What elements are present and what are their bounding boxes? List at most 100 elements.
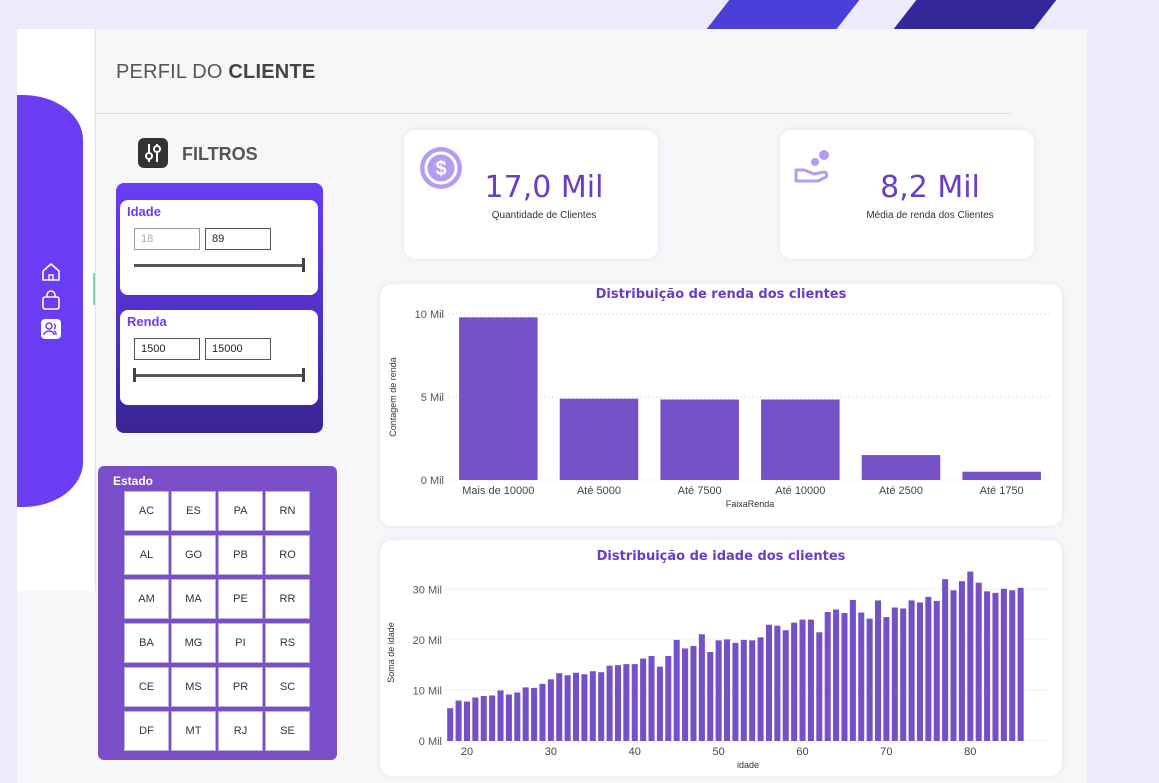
bar	[782, 630, 789, 741]
x-tick-label: 20	[461, 746, 473, 758]
bar	[858, 612, 865, 741]
estado-option[interactable]: AL	[124, 535, 169, 575]
bar	[531, 687, 538, 741]
estado-option[interactable]: GO	[171, 535, 216, 575]
hand-money-icon	[794, 148, 840, 188]
bar	[925, 596, 932, 741]
page-title-light: PERFIL DO	[116, 61, 223, 83]
customer-profile-icon[interactable]	[40, 318, 62, 340]
estado-option[interactable]: RJ	[218, 711, 263, 751]
home-icon[interactable]	[40, 261, 62, 283]
bar	[707, 651, 714, 741]
bar	[623, 664, 630, 741]
header-decor-stripe	[893, 0, 1057, 29]
bar	[581, 674, 588, 741]
bar	[774, 625, 781, 741]
x-tick-label: 40	[629, 746, 641, 758]
idade-min-input[interactable]: 18	[134, 228, 200, 250]
renda-bar-chart: 0 Mil 5 Mil 10 Mil Mais de 10000 Até 5000 Até…	[388, 309, 1052, 509]
estado-option[interactable]: SE	[265, 711, 310, 751]
bar	[883, 617, 890, 741]
idade-max-input[interactable]: 89	[205, 228, 271, 250]
kpi-label: Quantidade de Clientes	[491, 210, 597, 221]
renda-slider-track[interactable]	[134, 374, 304, 377]
estado-option[interactable]: AM	[124, 579, 169, 619]
x-tick-label: Até 1750	[980, 485, 1024, 497]
renda-slicer: Renda 1500 15000	[120, 310, 318, 405]
bar	[992, 592, 999, 741]
bar	[1009, 590, 1016, 741]
estado-option[interactable]: RR	[265, 579, 310, 619]
x-tick-label: 30	[545, 746, 557, 758]
estado-option[interactable]: MS	[171, 667, 216, 707]
estado-option[interactable]: MT	[171, 711, 216, 751]
renda-min-input[interactable]: 1500	[134, 338, 200, 360]
bar	[589, 671, 596, 741]
bar	[489, 695, 496, 741]
estado-option[interactable]: PI	[218, 623, 263, 663]
idade-slider-max-handle[interactable]	[302, 258, 305, 272]
estado-option[interactable]: PR	[218, 667, 263, 707]
y-tick-label: 30 Mil	[413, 584, 442, 596]
bar	[833, 609, 840, 741]
bar	[975, 582, 982, 741]
bar	[824, 612, 831, 741]
shopping-bag-icon[interactable]	[40, 289, 62, 311]
bar	[816, 632, 823, 741]
estado-option[interactable]: CE	[124, 667, 169, 707]
bar	[916, 602, 923, 741]
estado-slicer: Estado AC ES PA RN AL GO PB RO AM MA PE RR BA MG PI RS C…	[98, 466, 337, 760]
bar	[799, 619, 806, 741]
estado-option[interactable]: SC	[265, 667, 310, 707]
idade-chart-card: Distribuição de idade dos clientes 0 Mil…	[380, 540, 1062, 776]
bar	[933, 600, 940, 741]
bar	[514, 692, 521, 741]
bar	[522, 687, 529, 741]
dollar-coin-icon: $	[417, 144, 465, 192]
kpi-value: 17,0 Mil	[484, 170, 604, 205]
kpi-card-clientes: $ 17,0 Mil Quantidade de Clientes	[404, 130, 658, 259]
page-title-bold: CLIENTE	[228, 61, 316, 83]
estado-option[interactable]: RN	[265, 491, 310, 531]
estado-option[interactable]: DF	[124, 711, 169, 751]
estado-option[interactable]: BA	[124, 623, 169, 663]
y-tick-label: 20 Mil	[413, 635, 442, 647]
estado-option[interactable]: AC	[124, 491, 169, 531]
x-tick-label: Mais de 10000	[462, 485, 534, 497]
idade-label: Idade	[127, 204, 161, 219]
bar	[1000, 588, 1007, 741]
filters-title: FILTROS	[182, 144, 258, 164]
renda-slider-min-handle[interactable]	[133, 368, 136, 382]
estado-option[interactable]: MA	[171, 579, 216, 619]
bar	[459, 317, 538, 480]
estado-option[interactable]: MG	[171, 623, 216, 663]
estado-option[interactable]: PA	[218, 491, 263, 531]
bar	[950, 590, 957, 741]
idade-bar-chart: 0 Mil 10 Mil 20 Mil 30 Mil 20 30 40 50 60 70 80 ida…	[386, 571, 1050, 770]
bar	[732, 642, 739, 741]
renda-max-input[interactable]: 15000	[205, 338, 271, 360]
bar	[958, 581, 965, 741]
bar	[631, 664, 638, 741]
bar	[984, 591, 991, 741]
x-tick-label: 60	[796, 746, 808, 758]
bar	[539, 683, 546, 741]
estado-option[interactable]: PB	[218, 535, 263, 575]
estado-title: Estado	[113, 474, 154, 488]
bar	[505, 694, 512, 741]
sliders-icon	[138, 138, 168, 168]
estado-option[interactable]: ES	[171, 491, 216, 531]
y-tick-label: 10 Mil	[415, 309, 444, 321]
bar	[614, 665, 621, 741]
bar	[724, 639, 731, 741]
bar	[715, 640, 722, 741]
idade-slider-track[interactable]	[134, 264, 304, 267]
header-decor-stripe	[706, 0, 860, 29]
estado-option[interactable]: RO	[265, 535, 310, 575]
estado-option[interactable]: PE	[218, 579, 263, 619]
renda-slider-max-handle[interactable]	[302, 368, 305, 382]
bar	[967, 571, 974, 741]
estado-option[interactable]: RS	[265, 623, 310, 663]
bar	[447, 708, 454, 741]
x-tick-label: 70	[880, 746, 892, 758]
